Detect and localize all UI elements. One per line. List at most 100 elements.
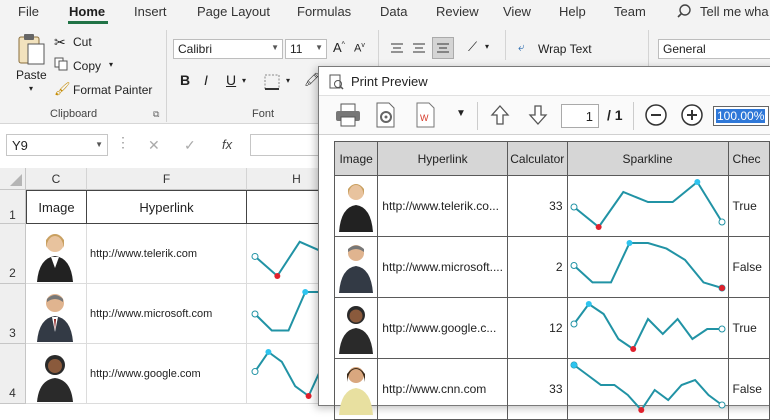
format-painter-button[interactable]: Format Painter [73, 83, 152, 97]
person-photo-icon [37, 234, 73, 282]
paste-chevron-down-icon[interactable]: ▾ [29, 84, 33, 93]
tab-page-layout[interactable]: Page Layout [197, 4, 270, 19]
sparkline-chart [570, 301, 726, 352]
tab-data[interactable]: Data [380, 4, 407, 19]
dialog-launcher-icon[interactable]: ⧉ [153, 109, 159, 120]
tab-file[interactable]: File [18, 4, 39, 19]
column-header-f[interactable]: F [87, 168, 247, 190]
chevron-down-icon: ▼ [315, 43, 323, 52]
number-format-combo[interactable]: General [658, 39, 770, 59]
scissors-icon[interactable]: ✂ [54, 34, 66, 51]
preview-header-hyperlink: Hyperlink [377, 141, 508, 176]
cell-c4[interactable] [26, 344, 87, 404]
tab-formulas[interactable]: Formulas [297, 4, 351, 19]
sparkline-high-point [693, 179, 700, 185]
tab-team[interactable]: Team [614, 4, 646, 19]
paste-icon[interactable] [16, 32, 46, 69]
search-icon[interactable] [676, 3, 692, 22]
cell-c3[interactable] [26, 284, 87, 344]
name-box-value: Y9 [12, 138, 28, 153]
cell-f2[interactable]: http://www.telerik.com [87, 224, 247, 284]
preview-check-cell: True [727, 297, 770, 359]
more-options-icon[interactable]: ⋮ [116, 134, 130, 151]
next-page-button[interactable] [523, 100, 553, 130]
underline-button[interactable]: U [226, 72, 236, 88]
cell-c1[interactable]: Image [26, 190, 87, 224]
cell-f4[interactable]: http://www.google.com [87, 344, 247, 404]
preview-hyperlink-cell: http://www.cnn.com [377, 358, 508, 420]
copy-chevron-down-icon[interactable]: ▾ [109, 60, 113, 69]
printer-icon [336, 103, 360, 127]
cell-c2[interactable] [26, 224, 87, 284]
tab-review[interactable]: Review [436, 4, 479, 19]
increase-font-size-icon[interactable]: A^ [333, 40, 345, 55]
previous-page-button[interactable] [485, 100, 515, 130]
borders-chevron-down-icon[interactable]: ▾ [286, 76, 290, 85]
row-header-1[interactable]: 1 [0, 190, 26, 224]
preview-header-row: Image Hyperlink Calculator Sparkline Che… [333, 141, 770, 176]
preview-sparkline-cell [566, 236, 729, 298]
toolbar-divider [633, 102, 634, 130]
zoom-out-button[interactable] [641, 100, 671, 130]
print-settings-button[interactable] [371, 100, 401, 130]
row-header-4[interactable]: 4 [0, 344, 26, 404]
bold-button[interactable]: B [180, 72, 190, 88]
decrease-font-size-icon[interactable]: Av [354, 42, 365, 55]
align-middle-icon[interactable] [412, 41, 426, 58]
font-name-combo[interactable]: Calibri ▼ [173, 39, 283, 59]
name-box[interactable]: Y9 ▼ [6, 134, 108, 156]
font-size-combo[interactable]: 11 ▼ [285, 39, 327, 59]
person-photo-icon [37, 355, 73, 402]
chevron-down-icon[interactable]: ▼ [95, 140, 103, 149]
person-photo-icon [339, 367, 373, 415]
cancel-edit-icon[interactable]: ✕ [148, 137, 160, 154]
chevron-down-icon[interactable]: ▼ [456, 108, 466, 119]
underline-chevron-down-icon[interactable]: ▾ [242, 76, 246, 85]
select-all-corner[interactable] [0, 168, 26, 190]
tab-home[interactable]: Home [69, 4, 105, 19]
copy-icon[interactable] [54, 57, 68, 74]
borders-icon[interactable] [264, 74, 280, 93]
tell-me-search[interactable]: Tell me wha [700, 4, 769, 19]
preview-header-sparkline: Sparkline [566, 141, 729, 176]
orientation-icon[interactable]: ⟋ [468, 39, 477, 55]
wrap-text-icon[interactable]: ⤶ [518, 40, 525, 55]
insert-function-icon[interactable]: fx [222, 137, 232, 152]
format-painter-icon[interactable]: 🖌 [54, 81, 71, 97]
sparkline-first-point [251, 252, 259, 260]
italic-button[interactable]: I [204, 72, 208, 88]
orientation-chevron-down-icon[interactable]: ▾ [485, 42, 489, 51]
cell-f3[interactable]: http://www.microsoft.com [87, 284, 247, 344]
sparkline-low-point [629, 346, 636, 352]
dialog-title-bar[interactable]: Print Preview [319, 67, 770, 95]
page-number-input[interactable]: 1 [561, 104, 599, 128]
paste-button[interactable]: Paste [16, 68, 47, 82]
document-icon: W [416, 102, 435, 128]
sparkline-high-point [570, 362, 577, 368]
print-button[interactable] [333, 100, 363, 130]
confirm-edit-icon[interactable]: ✓ [184, 137, 196, 154]
tab-view[interactable]: View [503, 4, 531, 19]
zoom-in-button[interactable] [677, 100, 707, 130]
row-header-2[interactable]: 2 [0, 224, 26, 284]
wrap-text-button[interactable]: Wrap Text [538, 42, 592, 56]
copy-button[interactable]: Copy [73, 59, 101, 73]
sparkline-high-point [585, 301, 592, 307]
export-button[interactable]: W [411, 100, 441, 130]
table-row: http://www.microsoft.... 2 False [333, 236, 770, 298]
minus-icon [645, 104, 667, 126]
sparkline-line [572, 242, 722, 289]
arrow-down-icon [528, 105, 548, 125]
preview-calc-cell: 2 [506, 236, 568, 298]
column-header-c[interactable]: C [26, 168, 87, 190]
zoom-input[interactable]: 100.00% [713, 106, 769, 126]
row-header-3[interactable]: 3 [0, 284, 26, 344]
sparkline-low-point [305, 393, 312, 399]
cut-button[interactable]: Cut [73, 35, 92, 49]
table-row: http://www.google.c... 12 True [333, 297, 770, 359]
cell-f1[interactable]: Hyperlink [87, 190, 247, 224]
align-top-icon[interactable] [390, 41, 404, 58]
tab-help[interactable]: Help [559, 4, 586, 19]
align-bottom-icon[interactable] [432, 37, 454, 59]
tab-insert[interactable]: Insert [134, 4, 167, 19]
